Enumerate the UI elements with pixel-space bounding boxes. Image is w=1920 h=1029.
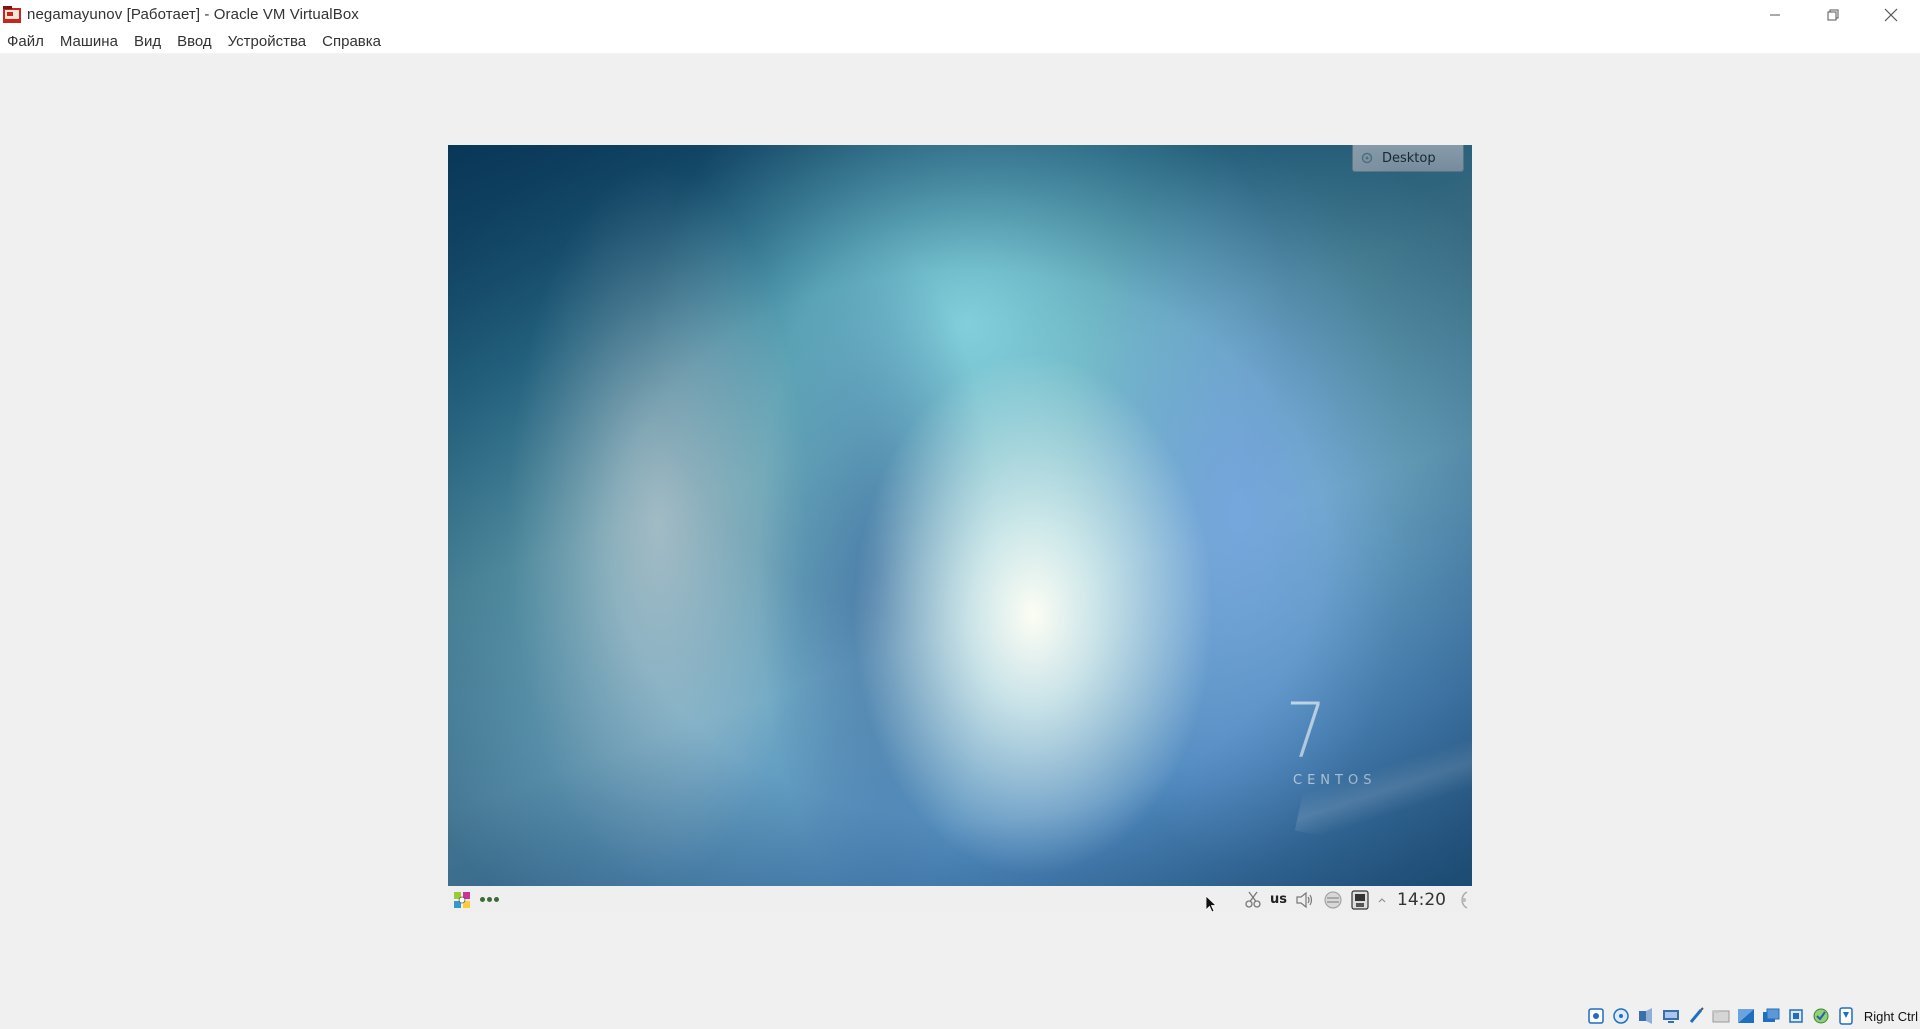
menu-bar: Файл Машина Вид Ввод Устройства Справка [0, 29, 1920, 54]
network-manager-icon[interactable] [1323, 890, 1343, 910]
window-controls [1746, 0, 1920, 29]
desktop-button-label: Desktop [1382, 150, 1436, 166]
panel-toolbox-icon[interactable] [1450, 890, 1468, 910]
close-icon [1884, 8, 1898, 21]
desktop-wallpaper[interactable]: 7 CENTOS Desktop [448, 145, 1472, 886]
audio-icon[interactable] [1637, 1007, 1655, 1025]
display-icon[interactable] [1737, 1007, 1755, 1025]
usb-icon[interactable] [1687, 1007, 1705, 1025]
menu-view[interactable]: Вид [126, 29, 169, 54]
menu-machine[interactable]: Машина [52, 29, 126, 54]
system-tray: us 14:20 [1240, 886, 1472, 913]
window-titlebar[interactable]: negamayunov [Работает] - Oracle VM Virtu… [0, 0, 1920, 29]
cpu-icon[interactable] [1787, 1007, 1805, 1025]
mouse-pointer-icon [1206, 896, 1218, 913]
cashew-icon [1361, 152, 1373, 164]
pager-dot-icon [494, 897, 499, 902]
hard-disk-icon[interactable] [1587, 1007, 1605, 1025]
desktop-toolbox-button[interactable]: Desktop [1352, 145, 1464, 172]
pager-dot-icon [480, 897, 485, 902]
vm-status-bar: Right Ctrl [0, 1003, 1920, 1029]
host-key-label[interactable]: Right Ctrl [1864, 1009, 1918, 1024]
pager-dot-icon [487, 897, 492, 902]
guest-taskbar: us 14:20 [448, 886, 1472, 913]
close-button[interactable] [1862, 0, 1920, 29]
wallpaper-brand: CENTOS [1293, 773, 1377, 788]
wallpaper-version: 7 [1285, 686, 1327, 775]
tray-expand-icon[interactable] [1377, 895, 1387, 905]
keyboard-layout-indicator[interactable]: us [1270, 892, 1287, 907]
video-capture-icon[interactable] [1762, 1007, 1780, 1025]
volume-icon[interactable] [1295, 891, 1315, 909]
restore-icon [1827, 9, 1839, 20]
menu-help[interactable]: Справка [314, 29, 389, 54]
wallpaper-streak [1294, 683, 1472, 877]
virtualbox-icon [2, 5, 22, 25]
menu-devices[interactable]: Устройства [220, 29, 314, 54]
virtual-desktop-pager[interactable] [480, 897, 499, 902]
menu-input[interactable]: Ввод [169, 29, 220, 54]
clipboard-icon[interactable] [1244, 891, 1262, 909]
restore-button[interactable] [1804, 0, 1862, 29]
menu-file[interactable]: Файл [0, 29, 52, 54]
minimize-icon [1770, 14, 1780, 15]
guest-additions-icon[interactable] [1812, 1007, 1830, 1025]
window-title: negamayunov [Работает] - Oracle VM Virtu… [27, 6, 359, 23]
minimize-button[interactable] [1746, 0, 1804, 29]
optical-drive-icon[interactable] [1612, 1007, 1630, 1025]
shared-folders-icon[interactable] [1712, 1007, 1730, 1025]
vm-display[interactable]: 7 CENTOS Desktop us 14:20 [448, 145, 1472, 913]
application-launcher-icon[interactable] [452, 890, 472, 910]
guest-clock[interactable]: 14:20 [1397, 890, 1446, 910]
device-notifier-icon[interactable] [1351, 889, 1369, 910]
mouse-integration-icon[interactable] [1837, 1007, 1855, 1025]
network-icon[interactable] [1662, 1007, 1680, 1025]
